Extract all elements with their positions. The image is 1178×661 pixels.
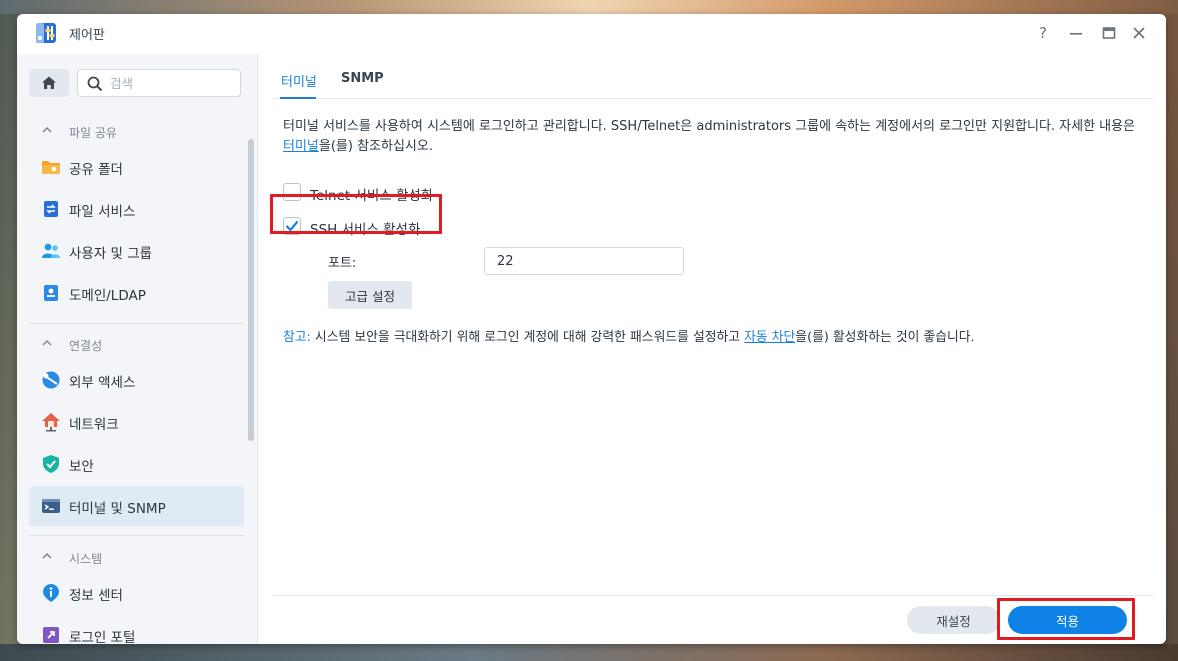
- control-panel-app-icon: [36, 23, 56, 43]
- footer-divider: [273, 595, 1153, 596]
- reset-button[interactable]: 재설정: [907, 606, 1000, 634]
- shared-folder-icon: [42, 161, 60, 174]
- sidebar: 파일 공유 공유 폴더 파일 서비스 사용자 및 그룹: [17, 54, 258, 644]
- login-portal-icon: [43, 627, 59, 643]
- question-icon[interactable]: ?: [1033, 23, 1053, 43]
- terminal-description: 터미널 서비스를 사용하여 시스템에 로그인하고 관리합니다. SSH/Teln…: [283, 119, 1136, 154]
- sidebar-item-domain-ldap[interactable]: 도메인/LDAP: [29, 273, 244, 313]
- terminal-help-link[interactable]: 터미널: [283, 139, 319, 154]
- advanced-settings-button[interactable]: 고급 설정: [328, 281, 412, 309]
- security-note: 참고: 시스템 보안을 극대화하기 위해 로그인 계정에 대해 강력한 패스워드…: [283, 330, 975, 345]
- sidebar-divider: [29, 535, 244, 536]
- chevron-up-icon: [42, 552, 52, 559]
- sidebar-item-login-portal[interactable]: 로그인 포털: [29, 615, 244, 644]
- search-icon: [87, 76, 103, 92]
- users-groups-icon: [42, 243, 60, 258]
- sidebar-item-users-groups[interactable]: 사용자 및 그룹: [29, 231, 244, 271]
- desktop-background-bottom: [0, 644, 1178, 661]
- security-shield-icon: [43, 455, 59, 473]
- sidebar-item-file-services[interactable]: 파일 서비스: [29, 189, 244, 229]
- active-tab-indicator: [280, 97, 316, 99]
- minimize-icon[interactable]: [1066, 23, 1086, 43]
- close-icon[interactable]: [1129, 23, 1149, 43]
- auto-block-link[interactable]: 자동 차단: [744, 330, 795, 345]
- desktop-background-top: [0, 0, 1178, 14]
- sidebar-item-shared-folder[interactable]: 공유 폴더: [29, 147, 244, 187]
- tab-terminal[interactable]: 터미널: [281, 71, 317, 90]
- sidebar-item-network[interactable]: 네트워크: [29, 402, 244, 442]
- ssh-checkbox[interactable]: [283, 217, 301, 235]
- info-icon: [43, 584, 59, 602]
- sidebar-divider: [29, 323, 244, 324]
- sidebar-item-external-access[interactable]: 외부 액세스: [29, 360, 244, 400]
- home-button[interactable]: [29, 69, 69, 97]
- title-bar[interactable]: 제어판 ?: [17, 14, 1166, 54]
- tab-snmp[interactable]: SNMP: [341, 71, 384, 86]
- network-icon: [42, 413, 60, 432]
- sidebar-scrollbar[interactable]: [248, 139, 254, 441]
- window-title: 제어판: [69, 28, 105, 43]
- chevron-up-icon: [42, 126, 52, 133]
- port-input[interactable]: [484, 247, 684, 275]
- tab-bar: 터미널 SNMP: [273, 54, 1153, 99]
- main-content: 터미널 SNMP 터미널 서비스를 사용하여 시스템에 로그인하고 관리합니다.…: [273, 54, 1153, 644]
- sidebar-item-info-center[interactable]: 정보 센터: [29, 573, 244, 613]
- control-panel-window: 제어판 ? 파일 공유: [17, 14, 1166, 644]
- note-prefix: 참고:: [283, 330, 311, 345]
- search-box[interactable]: [77, 69, 241, 97]
- search-input[interactable]: [110, 74, 234, 92]
- apply-button[interactable]: 적용: [1008, 606, 1127, 634]
- file-services-icon: [44, 201, 58, 217]
- maximize-icon[interactable]: [1099, 23, 1119, 43]
- checkmark-icon: [285, 220, 299, 232]
- sidebar-item-security[interactable]: 보안: [29, 444, 244, 484]
- domain-ldap-icon: [44, 285, 58, 301]
- chevron-up-icon: [42, 339, 52, 346]
- port-label: 포트:: [328, 256, 357, 271]
- terminal-icon: [42, 499, 60, 513]
- external-access-icon: [42, 371, 60, 389]
- ssh-checkbox-row[interactable]: SSH 서비스 활성화: [283, 216, 483, 238]
- sidebar-item-terminal-snmp[interactable]: 터미널 및 SNMP: [29, 486, 244, 526]
- telnet-checkbox-row[interactable]: Telnet 서비스 활성화: [283, 182, 483, 204]
- telnet-checkbox[interactable]: [283, 183, 301, 201]
- home-icon: [42, 76, 56, 89]
